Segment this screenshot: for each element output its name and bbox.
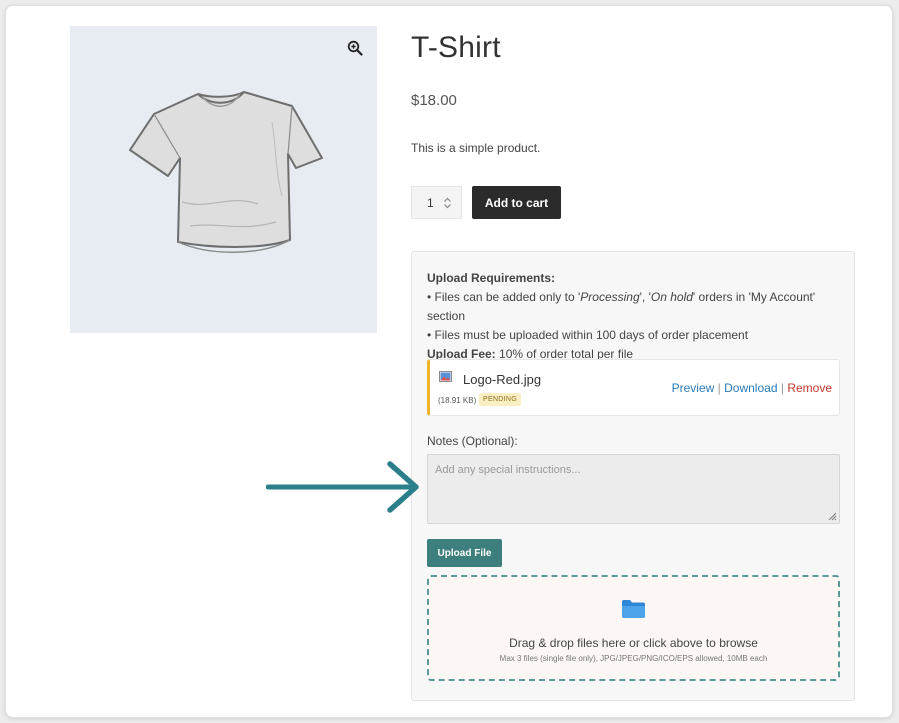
requirement-bullet-1: • Files can be added only to 'Processing… bbox=[427, 290, 816, 323]
requirements-heading: Upload Requirements: bbox=[427, 271, 556, 285]
tshirt-image bbox=[129, 91, 323, 253]
upload-file-button[interactable]: Upload File bbox=[427, 539, 502, 567]
notes-textarea[interactable]: Add any special instructions... bbox=[427, 454, 840, 524]
product-description: This is a simple product. bbox=[411, 141, 541, 155]
notes-label: Notes (Optional): bbox=[427, 434, 518, 448]
quantity-value: 1 bbox=[427, 195, 434, 210]
folder-icon bbox=[622, 600, 645, 618]
download-link[interactable]: Download bbox=[724, 381, 777, 395]
file-name: Logo-Red.jpg bbox=[463, 372, 542, 387]
notes-placeholder: Add any special instructions... bbox=[435, 464, 581, 476]
magnifier-plus-icon[interactable] bbox=[347, 40, 363, 56]
upload-requirements: Upload Requirements: • Files can be adde… bbox=[427, 269, 847, 364]
preview-link[interactable]: Preview bbox=[672, 381, 715, 395]
image-file-icon bbox=[439, 371, 452, 382]
product-image[interactable] bbox=[70, 26, 377, 333]
dropzone-text: Drag & drop files here or click above to… bbox=[509, 636, 758, 650]
uploaded-file-item: Logo-Red.jpg (18.91 KB) PENDING Preview … bbox=[427, 359, 840, 416]
requirement-bullet-2: • Files must be uploaded within 100 days… bbox=[427, 328, 749, 342]
file-actions: Preview | Download | Remove bbox=[672, 381, 832, 395]
file-dropzone[interactable]: Drag & drop files here or click above to… bbox=[427, 575, 840, 681]
upload-panel: Upload Requirements: • Files can be adde… bbox=[411, 251, 855, 701]
add-to-cart-button[interactable]: Add to cart bbox=[472, 186, 561, 219]
product-title: T-Shirt bbox=[411, 31, 501, 64]
resize-grip-icon[interactable] bbox=[828, 512, 837, 521]
quantity-stepper[interactable]: 1 bbox=[411, 186, 462, 219]
spinner-arrows-icon[interactable] bbox=[443, 196, 452, 210]
action-separator: | bbox=[780, 381, 784, 395]
action-separator: | bbox=[717, 381, 721, 395]
file-size: (18.91 KB) bbox=[438, 396, 477, 405]
annotation-arrow bbox=[266, 461, 419, 513]
status-badge: PENDING bbox=[479, 393, 521, 406]
dropzone-subtext: Max 3 files (single file only), JPG/JPEG… bbox=[499, 654, 768, 663]
product-price: $18.00 bbox=[411, 92, 457, 109]
remove-link[interactable]: Remove bbox=[787, 381, 832, 395]
